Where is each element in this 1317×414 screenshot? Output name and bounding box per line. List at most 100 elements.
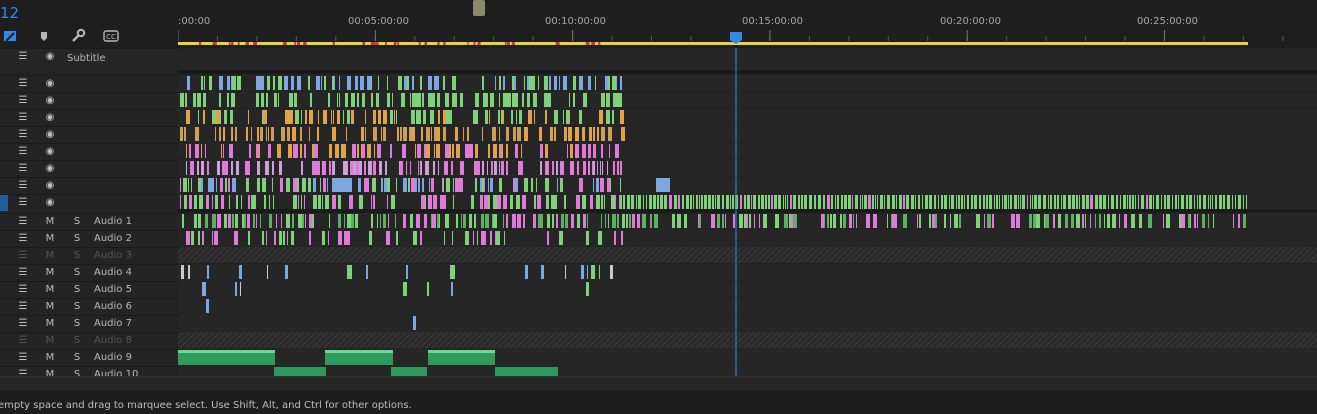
video-clip bbox=[564, 195, 566, 209]
video-clip bbox=[471, 195, 474, 209]
solo-button[interactable]: S bbox=[70, 334, 84, 348]
track-output-icon[interactable]: ☰ bbox=[16, 77, 30, 91]
video-clip bbox=[418, 178, 420, 192]
audio-track-header[interactable]: ☰ M S Audio 8 bbox=[0, 332, 178, 348]
snap-icon[interactable] bbox=[2, 28, 18, 44]
video-clip bbox=[999, 195, 1000, 209]
track-output-icon[interactable]: ☰ bbox=[16, 317, 30, 331]
video-clip bbox=[545, 178, 549, 192]
tracks-area[interactable] bbox=[178, 48, 1317, 376]
audio-clip bbox=[587, 265, 588, 279]
mute-button[interactable]: M bbox=[43, 232, 57, 246]
track-output-icon[interactable]: ☰ bbox=[16, 145, 30, 159]
video-track-header[interactable]: ☰ ◉ bbox=[0, 194, 178, 211]
video-track-header[interactable]: ☰ ◉ bbox=[0, 92, 178, 108]
mute-button[interactable]: M bbox=[43, 249, 57, 263]
solo-button[interactable]: S bbox=[70, 351, 84, 365]
video-track-header[interactable]: ☰ ◉ bbox=[0, 126, 178, 142]
video-clip bbox=[437, 127, 440, 141]
eye-icon[interactable]: ◉ bbox=[43, 179, 57, 193]
track-output-icon[interactable]: ☰ bbox=[16, 232, 30, 246]
solo-button[interactable]: S bbox=[70, 215, 84, 229]
render-bar-segment bbox=[237, 42, 240, 45]
video-clip bbox=[339, 76, 340, 90]
track-output-icon[interactable]: ☰ bbox=[16, 351, 30, 365]
solo-button[interactable]: S bbox=[70, 300, 84, 314]
video-clip bbox=[201, 161, 203, 175]
timecode-display[interactable]: 12 bbox=[0, 4, 19, 22]
track-output-icon[interactable]: ☰ bbox=[16, 334, 30, 348]
solo-button[interactable]: S bbox=[70, 249, 84, 263]
audio-clip bbox=[586, 231, 589, 245]
eye-icon[interactable]: ◉ bbox=[43, 94, 57, 108]
video-track-header[interactable]: ☰ ◉ bbox=[0, 75, 178, 91]
audio-track-header[interactable]: ☰ M S Audio 5 bbox=[0, 281, 178, 297]
video-clip bbox=[1002, 195, 1003, 209]
track-output-icon[interactable]: ☰ bbox=[16, 266, 30, 280]
track-target-indicator[interactable] bbox=[0, 195, 8, 211]
video-clip bbox=[506, 127, 509, 141]
video-track-header[interactable]: ☰ ◉ bbox=[0, 143, 178, 159]
mute-button[interactable]: M bbox=[43, 266, 57, 280]
video-clip bbox=[357, 144, 359, 158]
track-output-icon[interactable]: ☰ bbox=[16, 196, 30, 210]
audio-track-header[interactable]: ☰ M S Audio 6 bbox=[0, 298, 178, 314]
track-output-icon[interactable]: ☰ bbox=[16, 300, 30, 314]
video-track-header[interactable]: ☰ ◉ bbox=[0, 177, 178, 193]
video-clip bbox=[501, 110, 502, 124]
solo-button[interactable]: S bbox=[70, 232, 84, 246]
captions-icon[interactable]: CC bbox=[103, 28, 119, 44]
track-output-icon[interactable]: ☰ bbox=[16, 283, 30, 297]
video-clip bbox=[615, 144, 619, 158]
track-output-icon[interactable]: ☰ bbox=[16, 94, 30, 108]
eye-icon[interactable]: ◉ bbox=[43, 77, 57, 91]
eye-icon[interactable]: ◉ bbox=[43, 111, 57, 125]
audio-track-header[interactable]: ☰ M S Audio 4 bbox=[0, 264, 178, 280]
mute-button[interactable]: M bbox=[43, 317, 57, 331]
track-output-icon[interactable]: ☰ bbox=[16, 249, 30, 263]
add-marker-icon[interactable] bbox=[36, 28, 52, 44]
video-clip bbox=[372, 178, 376, 192]
track-output-icon[interactable]: ☰ bbox=[16, 111, 30, 125]
audio-track-header[interactable]: ☰ M S Audio 7 bbox=[0, 315, 178, 331]
audio-track-header[interactable]: ☰ M S Audio 2 bbox=[0, 230, 178, 246]
audio-clip bbox=[919, 214, 921, 228]
mute-button[interactable]: M bbox=[43, 351, 57, 365]
audio-clip bbox=[281, 214, 282, 228]
eye-icon[interactable]: ◉ bbox=[43, 196, 57, 210]
track-output-icon[interactable]: ☰ bbox=[16, 128, 30, 142]
video-clip bbox=[1172, 195, 1173, 209]
video-clip bbox=[480, 178, 482, 192]
mute-button[interactable]: M bbox=[43, 300, 57, 314]
video-clip bbox=[579, 76, 583, 90]
video-clip bbox=[313, 195, 317, 209]
track-output-icon[interactable]: ☰ bbox=[16, 162, 30, 176]
track-output-icon[interactable]: ☰ bbox=[16, 50, 30, 64]
mute-button[interactable]: M bbox=[43, 283, 57, 297]
mute-button[interactable]: M bbox=[43, 334, 57, 348]
track-output-icon[interactable]: ☰ bbox=[16, 215, 30, 229]
audio-clip bbox=[1029, 214, 1032, 228]
video-clip bbox=[717, 195, 720, 209]
video-track-header[interactable]: ☰ ◉ bbox=[0, 109, 178, 125]
video-clip bbox=[1103, 195, 1106, 209]
eye-icon[interactable]: ◉ bbox=[43, 145, 57, 159]
wrench-icon[interactable] bbox=[70, 28, 86, 44]
solo-button[interactable]: S bbox=[70, 266, 84, 280]
audio-track-header[interactable]: ☰ M S Audio 9 bbox=[0, 349, 178, 365]
solo-button[interactable]: S bbox=[70, 317, 84, 331]
eye-icon[interactable]: ◉ bbox=[43, 128, 57, 142]
video-track-header[interactable]: ☰ ◉ bbox=[0, 160, 178, 176]
video-clip bbox=[434, 144, 435, 158]
horizontal-scrollbar[interactable] bbox=[0, 376, 1317, 391]
eye-icon[interactable]: ◉ bbox=[43, 50, 57, 64]
audio-track-header[interactable]: ☰ M S Audio 3 bbox=[0, 247, 178, 263]
audio-track-header[interactable]: ☰ M S Audio 1 bbox=[0, 213, 178, 229]
subtitle-track-header[interactable]: ☰ ◉ Subtitle bbox=[0, 48, 178, 70]
video-clip bbox=[516, 195, 520, 209]
solo-button[interactable]: S bbox=[70, 283, 84, 297]
time-ruler[interactable]: :00:00 00:05:00:00 00:10:00:00 00:15:00:… bbox=[178, 0, 1317, 48]
eye-icon[interactable]: ◉ bbox=[43, 162, 57, 176]
mute-button[interactable]: M bbox=[43, 215, 57, 229]
track-output-icon[interactable]: ☰ bbox=[16, 179, 30, 193]
